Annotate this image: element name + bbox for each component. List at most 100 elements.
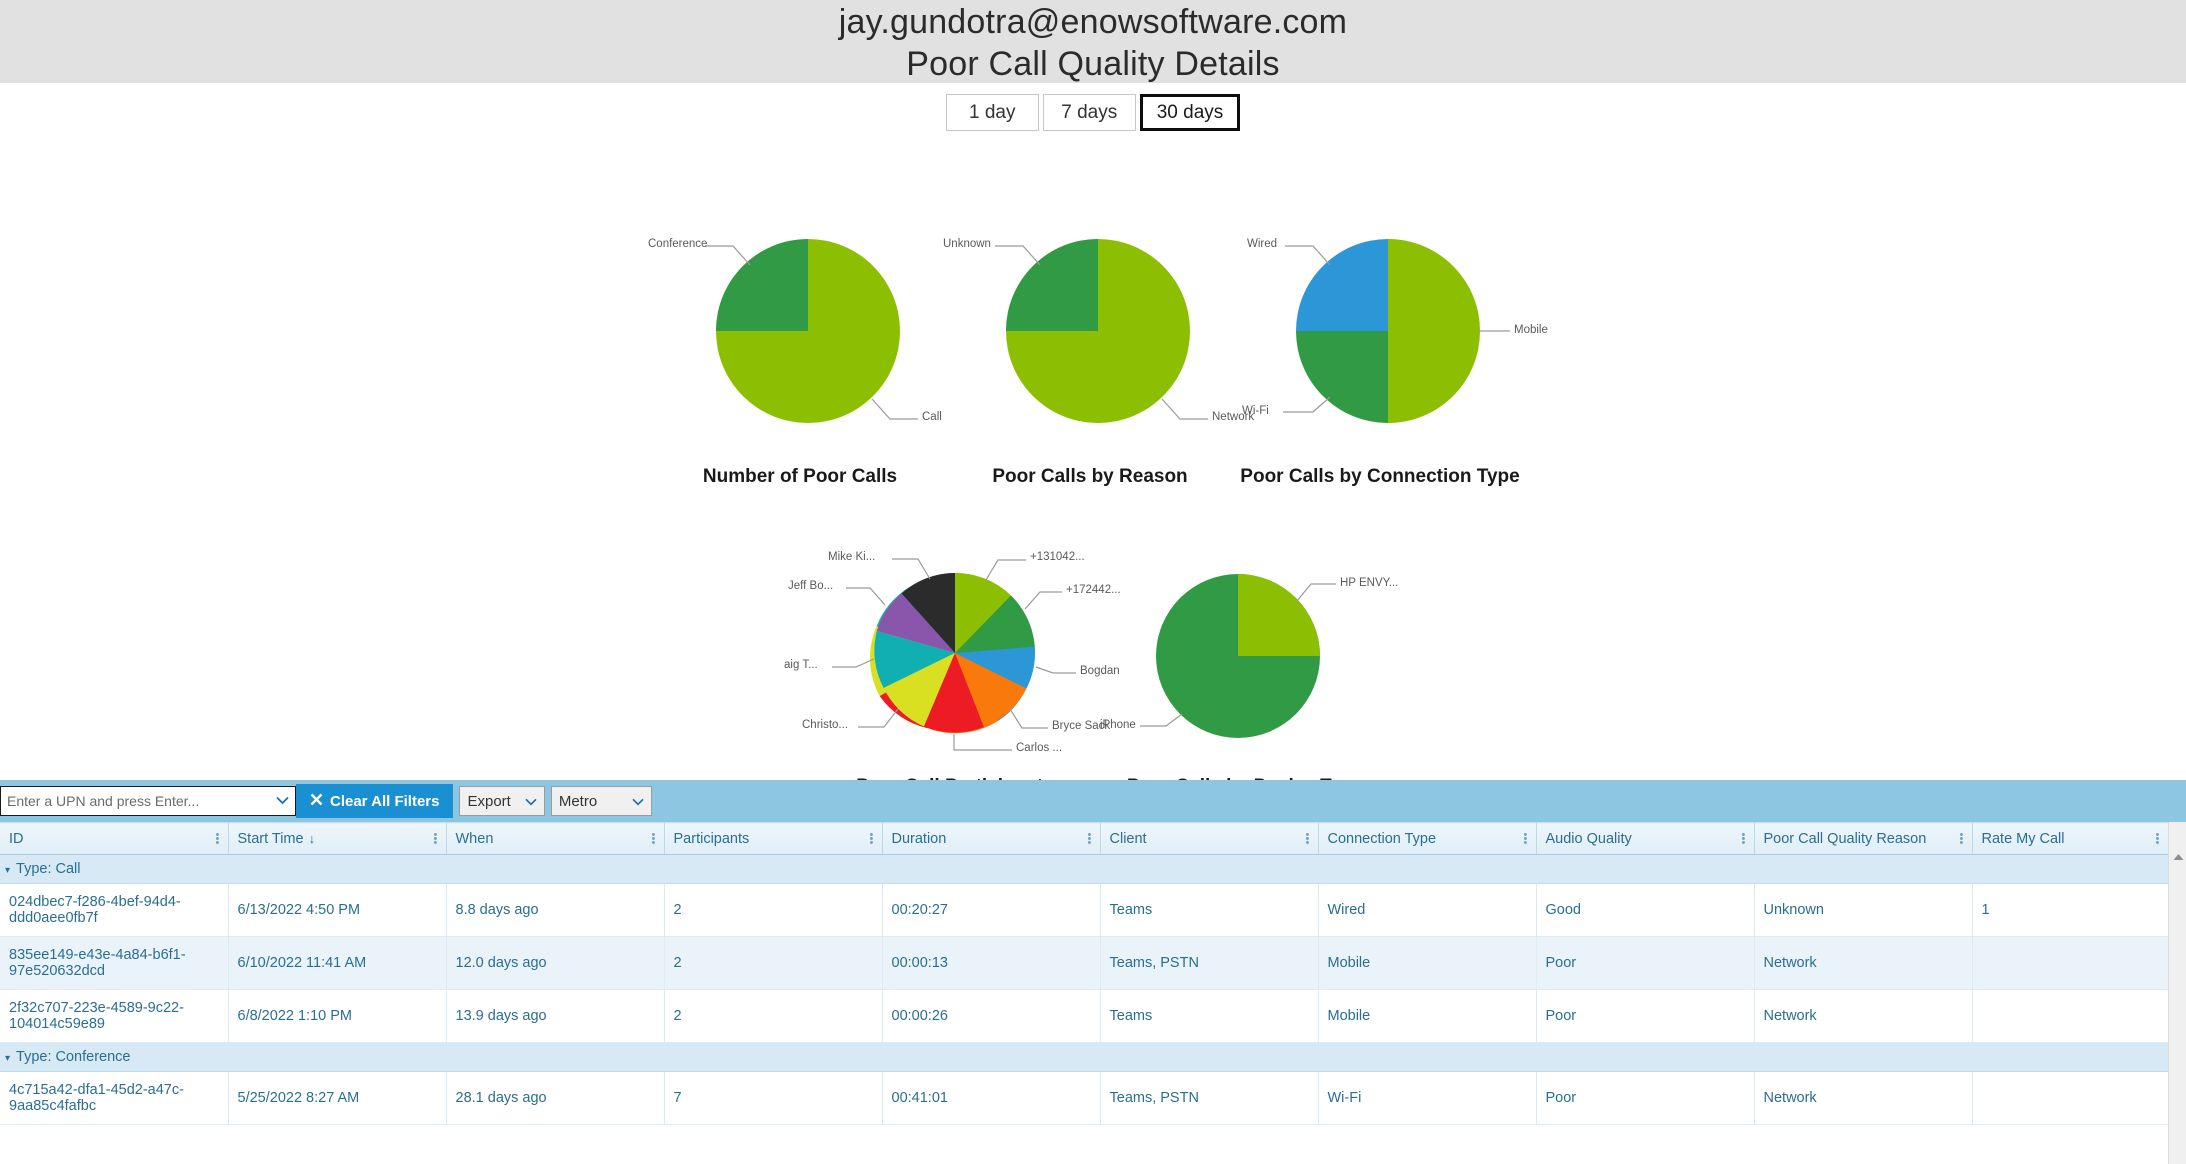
pie-label-jeff-bo: Jeff Bo... bbox=[788, 580, 833, 592]
cell-start-time: 5/25/2022 8:27 AM bbox=[228, 1072, 446, 1125]
cell-connection-type: Mobile bbox=[1318, 990, 1536, 1043]
cell-id: 835ee149-e43e-4a84-b6f1-97e520632dcd bbox=[0, 937, 228, 990]
cell-client: Teams bbox=[1100, 884, 1318, 937]
table-row[interactable]: 2f32c707-223e-4589-9c22-104014c59e89 6/8… bbox=[0, 990, 2168, 1043]
vertical-scrollbar[interactable] bbox=[2168, 822, 2186, 1164]
column-menu-icon[interactable]: ••• bbox=[434, 833, 437, 845]
pie-label-wired: Wired bbox=[1247, 238, 1277, 250]
cell-client: Teams, PSTN bbox=[1100, 1072, 1318, 1125]
group-row-cell[interactable]: ▾Type: Conference bbox=[0, 1043, 2168, 1072]
call-details-table: ID ••• Start Time↓ ••• When ••• Particip… bbox=[0, 822, 2168, 1125]
column-header-id[interactable]: ID ••• bbox=[0, 823, 228, 855]
column-header-duration[interactable]: Duration ••• bbox=[882, 823, 1100, 855]
collapse-caret-icon[interactable]: ▾ bbox=[5, 1053, 10, 1064]
column-menu-icon[interactable]: ••• bbox=[1742, 833, 1745, 845]
column-menu-icon[interactable]: ••• bbox=[870, 833, 873, 845]
cell-rate-my-call bbox=[1972, 990, 2168, 1043]
cell-when: 8.8 days ago bbox=[446, 884, 664, 937]
column-header-client[interactable]: Client ••• bbox=[1100, 823, 1318, 855]
column-header-participants[interactable]: Participants ••• bbox=[664, 823, 882, 855]
pie-label-unknown: Unknown bbox=[943, 238, 991, 250]
group-label: Type: Call bbox=[16, 861, 80, 877]
column-header-connection-type[interactable]: Connection Type ••• bbox=[1318, 823, 1536, 855]
leader-line-conference bbox=[705, 246, 750, 265]
table-row[interactable]: 835ee149-e43e-4a84-b6f1-97e520632dcd 6/1… bbox=[0, 937, 2168, 990]
column-header-rate-my-call[interactable]: Rate My Call ••• bbox=[1972, 823, 2168, 855]
export-dropdown[interactable]: Export bbox=[459, 786, 544, 816]
upn-combobox[interactable] bbox=[0, 786, 296, 816]
leader-line-wifi bbox=[1283, 397, 1330, 412]
group-row-cell[interactable]: ▾ Type: Call bbox=[0, 855, 2168, 884]
table-header-row: ID ••• Start Time↓ ••• When ••• Particip… bbox=[0, 823, 2168, 855]
table-row[interactable]: 024dbec7-f286-4bef-94d4-ddd0aee0fb7f 6/1… bbox=[0, 884, 2168, 937]
pie-label-wifi: Wi-Fi bbox=[1242, 405, 1269, 417]
pie-poor-calls-by-connection-type[interactable] bbox=[1180, 221, 1580, 471]
cell-audio-quality: Poor bbox=[1536, 1072, 1754, 1125]
pie-poor-calls-by-device-type[interactable] bbox=[1070, 526, 1500, 786]
column-menu-icon[interactable]: ••• bbox=[1306, 833, 1309, 845]
leader-line-hp-envy bbox=[1296, 584, 1336, 602]
cell-connection-type: Wired bbox=[1318, 884, 1536, 937]
range-button-30-days[interactable]: 30 days bbox=[1140, 94, 1241, 131]
page-title: Poor Call Quality Details bbox=[906, 44, 1279, 84]
group-row-type-call[interactable]: ▾ Type: Call bbox=[0, 855, 2168, 884]
cell-rate-my-call: 1 bbox=[1972, 884, 2168, 937]
upn-search-input[interactable] bbox=[1, 787, 295, 815]
filter-toolbar: Clear All Filters Export Metro bbox=[0, 780, 2186, 822]
column-label: Participants bbox=[674, 831, 750, 847]
leader-line-bryce-sack bbox=[1010, 709, 1048, 728]
cell-duration: 00:00:13 bbox=[882, 937, 1100, 990]
column-menu-icon[interactable]: ••• bbox=[216, 833, 219, 845]
header-user-email: jay.gundotra@enowsoftware.com bbox=[839, 0, 1347, 44]
cell-audio-quality: Good bbox=[1536, 884, 1754, 937]
column-menu-icon[interactable]: ••• bbox=[1088, 833, 1091, 845]
cell-connection-type: Wi-Fi bbox=[1318, 1072, 1536, 1125]
chart-poor-calls-by-connection-type[interactable]: Wired Mobile Wi-Fi Poor Calls by Connect… bbox=[1180, 221, 1580, 521]
grid-viewport: ID ••• Start Time↓ ••• When ••• Particip… bbox=[0, 822, 2168, 1164]
pie-label-mobile: Mobile bbox=[1514, 324, 1548, 336]
chevron-down-icon bbox=[525, 793, 537, 810]
clear-all-filters-button[interactable]: Clear All Filters bbox=[296, 784, 453, 818]
column-menu-icon[interactable]: ••• bbox=[1960, 833, 1963, 845]
theme-dropdown[interactable]: Metro bbox=[551, 786, 652, 816]
chevron-down-icon bbox=[632, 793, 644, 810]
pie-label-hp-envy: HP ENVY... bbox=[1340, 577, 1398, 589]
range-button-1-day[interactable]: 1 day bbox=[946, 94, 1039, 131]
leader-line-unknown bbox=[995, 246, 1040, 265]
collapse-caret-icon[interactable]: ▾ bbox=[5, 865, 10, 876]
pie-label-iphone: iPhone bbox=[1100, 719, 1136, 731]
column-menu-icon[interactable]: ••• bbox=[652, 833, 655, 845]
range-button-7-days[interactable]: 7 days bbox=[1043, 94, 1136, 131]
leader-line-131042 bbox=[986, 560, 1026, 580]
leader-line-craig-t bbox=[832, 659, 874, 667]
cell-start-time: 6/13/2022 4:50 PM bbox=[228, 884, 446, 937]
cell-id: 4c715a42-dfa1-45d2-a47c-9aa85c4fafbc bbox=[0, 1072, 228, 1125]
cell-participants: 7 bbox=[664, 1072, 882, 1125]
column-header-audio-quality[interactable]: Audio Quality ••• bbox=[1536, 823, 1754, 855]
table-row[interactable]: 4c715a42-dfa1-45d2-a47c-9aa85c4fafbc 5/2… bbox=[0, 1072, 2168, 1125]
cell-client: Teams bbox=[1100, 990, 1318, 1043]
clear-all-filters-label: Clear All Filters bbox=[330, 793, 439, 810]
cell-when: 12.0 days ago bbox=[446, 937, 664, 990]
cell-audio-quality: Poor bbox=[1536, 937, 1754, 990]
leader-line-iphone bbox=[1140, 714, 1182, 726]
leader-line-172442 bbox=[1025, 592, 1062, 609]
cell-when: 28.1 days ago bbox=[446, 1072, 664, 1125]
cell-participants: 2 bbox=[664, 884, 882, 937]
pie-label-conference: Conference bbox=[648, 238, 707, 250]
scroll-up-arrow-icon[interactable] bbox=[2169, 848, 2186, 866]
column-label: Connection Type bbox=[1328, 831, 1437, 847]
leader-line-carlos bbox=[954, 734, 1012, 750]
close-x-icon bbox=[310, 793, 323, 810]
group-row-type-conference[interactable]: ▾Type: Conference bbox=[0, 1043, 2168, 1072]
leader-line-christo bbox=[858, 709, 898, 727]
pie-label-craig-t: aig T... bbox=[784, 659, 818, 671]
cell-start-time: 6/8/2022 1:10 PM bbox=[228, 990, 446, 1043]
column-label: When bbox=[456, 831, 494, 847]
column-header-when[interactable]: When ••• bbox=[446, 823, 664, 855]
theme-dropdown-label: Metro bbox=[559, 793, 597, 810]
column-header-poor-call-quality-reason[interactable]: Poor Call Quality Reason ••• bbox=[1754, 823, 1972, 855]
column-menu-icon[interactable]: ••• bbox=[1524, 833, 1527, 845]
column-header-start-time[interactable]: Start Time↓ ••• bbox=[228, 823, 446, 855]
column-menu-icon[interactable]: ••• bbox=[2156, 833, 2159, 845]
